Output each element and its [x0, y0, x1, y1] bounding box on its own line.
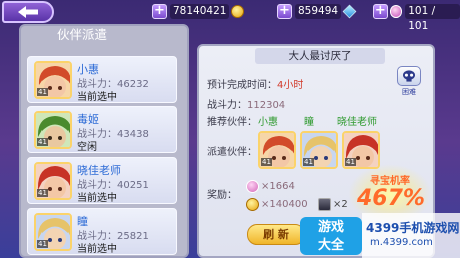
- recommend-partner-1: 小惠: [258, 117, 278, 128]
- back-arrow-icon: [18, 6, 38, 18]
- gold-value: 78140421: [170, 4, 230, 19]
- time-label: 预计完成时间：: [207, 80, 277, 91]
- dispatch-slot-2[interactable]: 41: [300, 131, 338, 169]
- recommend-partner-2: 瞳: [304, 117, 314, 128]
- energy-value: 101 / 101: [405, 4, 460, 32]
- partner-level: 41: [37, 138, 48, 146]
- treasure-rate-value: 467%: [357, 186, 425, 211]
- partner-portrait: 41: [34, 162, 72, 200]
- gold-reward-icon: [246, 198, 259, 211]
- difficulty-icon: [397, 66, 421, 86]
- time-value: 4小时: [277, 80, 304, 91]
- mission-title: 大人最讨厌了: [255, 48, 385, 64]
- partner-level: 41: [303, 158, 314, 166]
- recommend-label: 推荐伙伴：: [207, 117, 257, 128]
- partner-level: 41: [37, 189, 48, 197]
- refresh-button[interactable]: 刷 新: [247, 224, 305, 245]
- back-button[interactable]: [2, 1, 54, 23]
- add-energy-button[interactable]: +: [373, 4, 388, 19]
- power-value: 112304: [247, 100, 286, 111]
- add-gold-button[interactable]: +: [152, 4, 167, 19]
- dispatch-label: 派遣伙伴：: [207, 147, 257, 158]
- watermark-line-1: 4399手机游戏网: [366, 221, 460, 235]
- reward-value-2: ×140400: [261, 199, 308, 210]
- partner-card-xiaojia[interactable]: 41 晓佳老师 战斗力：40251 当前选中: [27, 157, 177, 204]
- panel-title: 伙伴派遣: [56, 27, 107, 42]
- partner-level: 41: [37, 240, 48, 248]
- diamond-value: 859494: [295, 4, 342, 19]
- diamond-resource: + 859494: [277, 3, 357, 20]
- dispatch-slot-1[interactable]: 41: [258, 131, 296, 169]
- recommend-row: 推荐伙伴：: [207, 113, 257, 128]
- difficulty-badge: 困难: [397, 66, 421, 96]
- reward-value-1: ×1664: [261, 181, 295, 192]
- watermark: 游戏 大全 4399手机游戏网 m.4399.com: [300, 213, 460, 258]
- top-bar: + 78140421 + 859494 + 101 / 101: [0, 0, 460, 32]
- partner-level: 41: [37, 88, 48, 96]
- partner-card-xiaohui[interactable]: 41 小惠 战斗力：46232 当前选中: [27, 56, 177, 103]
- diamond-icon: [342, 4, 357, 19]
- partner-status: 当前选中: [77, 244, 117, 255]
- reward-label: 奖励：: [207, 190, 237, 201]
- partner-card-duji[interactable]: 41 毒姬 战斗力：43438 空闲: [27, 106, 177, 153]
- gold-resource: + 78140421: [152, 3, 245, 20]
- reward-value-3: ×2: [333, 199, 348, 210]
- chest-reward-icon: [318, 198, 331, 211]
- partner-level: 41: [261, 158, 272, 166]
- partner-portrait: 41: [34, 111, 72, 149]
- partner-status: 当前选中: [77, 193, 117, 204]
- energy-icon: [389, 5, 403, 18]
- add-diamond-button[interactable]: +: [277, 4, 292, 19]
- difficulty-label: 困难: [402, 88, 416, 96]
- power-row: 战斗力：112304: [207, 96, 285, 111]
- partner-status: 当前选中: [77, 92, 117, 103]
- exp-reward-icon: [246, 180, 259, 193]
- partner-portrait: 41: [34, 61, 72, 99]
- partner-card-tong[interactable]: 41 瞳 战斗力：25821 当前选中: [27, 208, 177, 255]
- skull-icon: [403, 70, 415, 82]
- treasure-rate-label: 寻宝机率: [370, 176, 410, 187]
- energy-resource: + 101 / 101: [373, 3, 460, 32]
- time-row: 预计完成时间：4小时: [207, 76, 303, 91]
- partner-status: 空闲: [77, 142, 97, 153]
- watermark-logo: 游戏 大全: [300, 217, 362, 255]
- gold-coin-icon: [231, 5, 245, 18]
- partner-portrait: 41: [34, 213, 72, 251]
- recommend-partner-3: 晓佳老师: [337, 117, 377, 128]
- power-label: 战斗力：: [207, 100, 247, 111]
- watermark-line-2: m.4399.com: [370, 237, 433, 248]
